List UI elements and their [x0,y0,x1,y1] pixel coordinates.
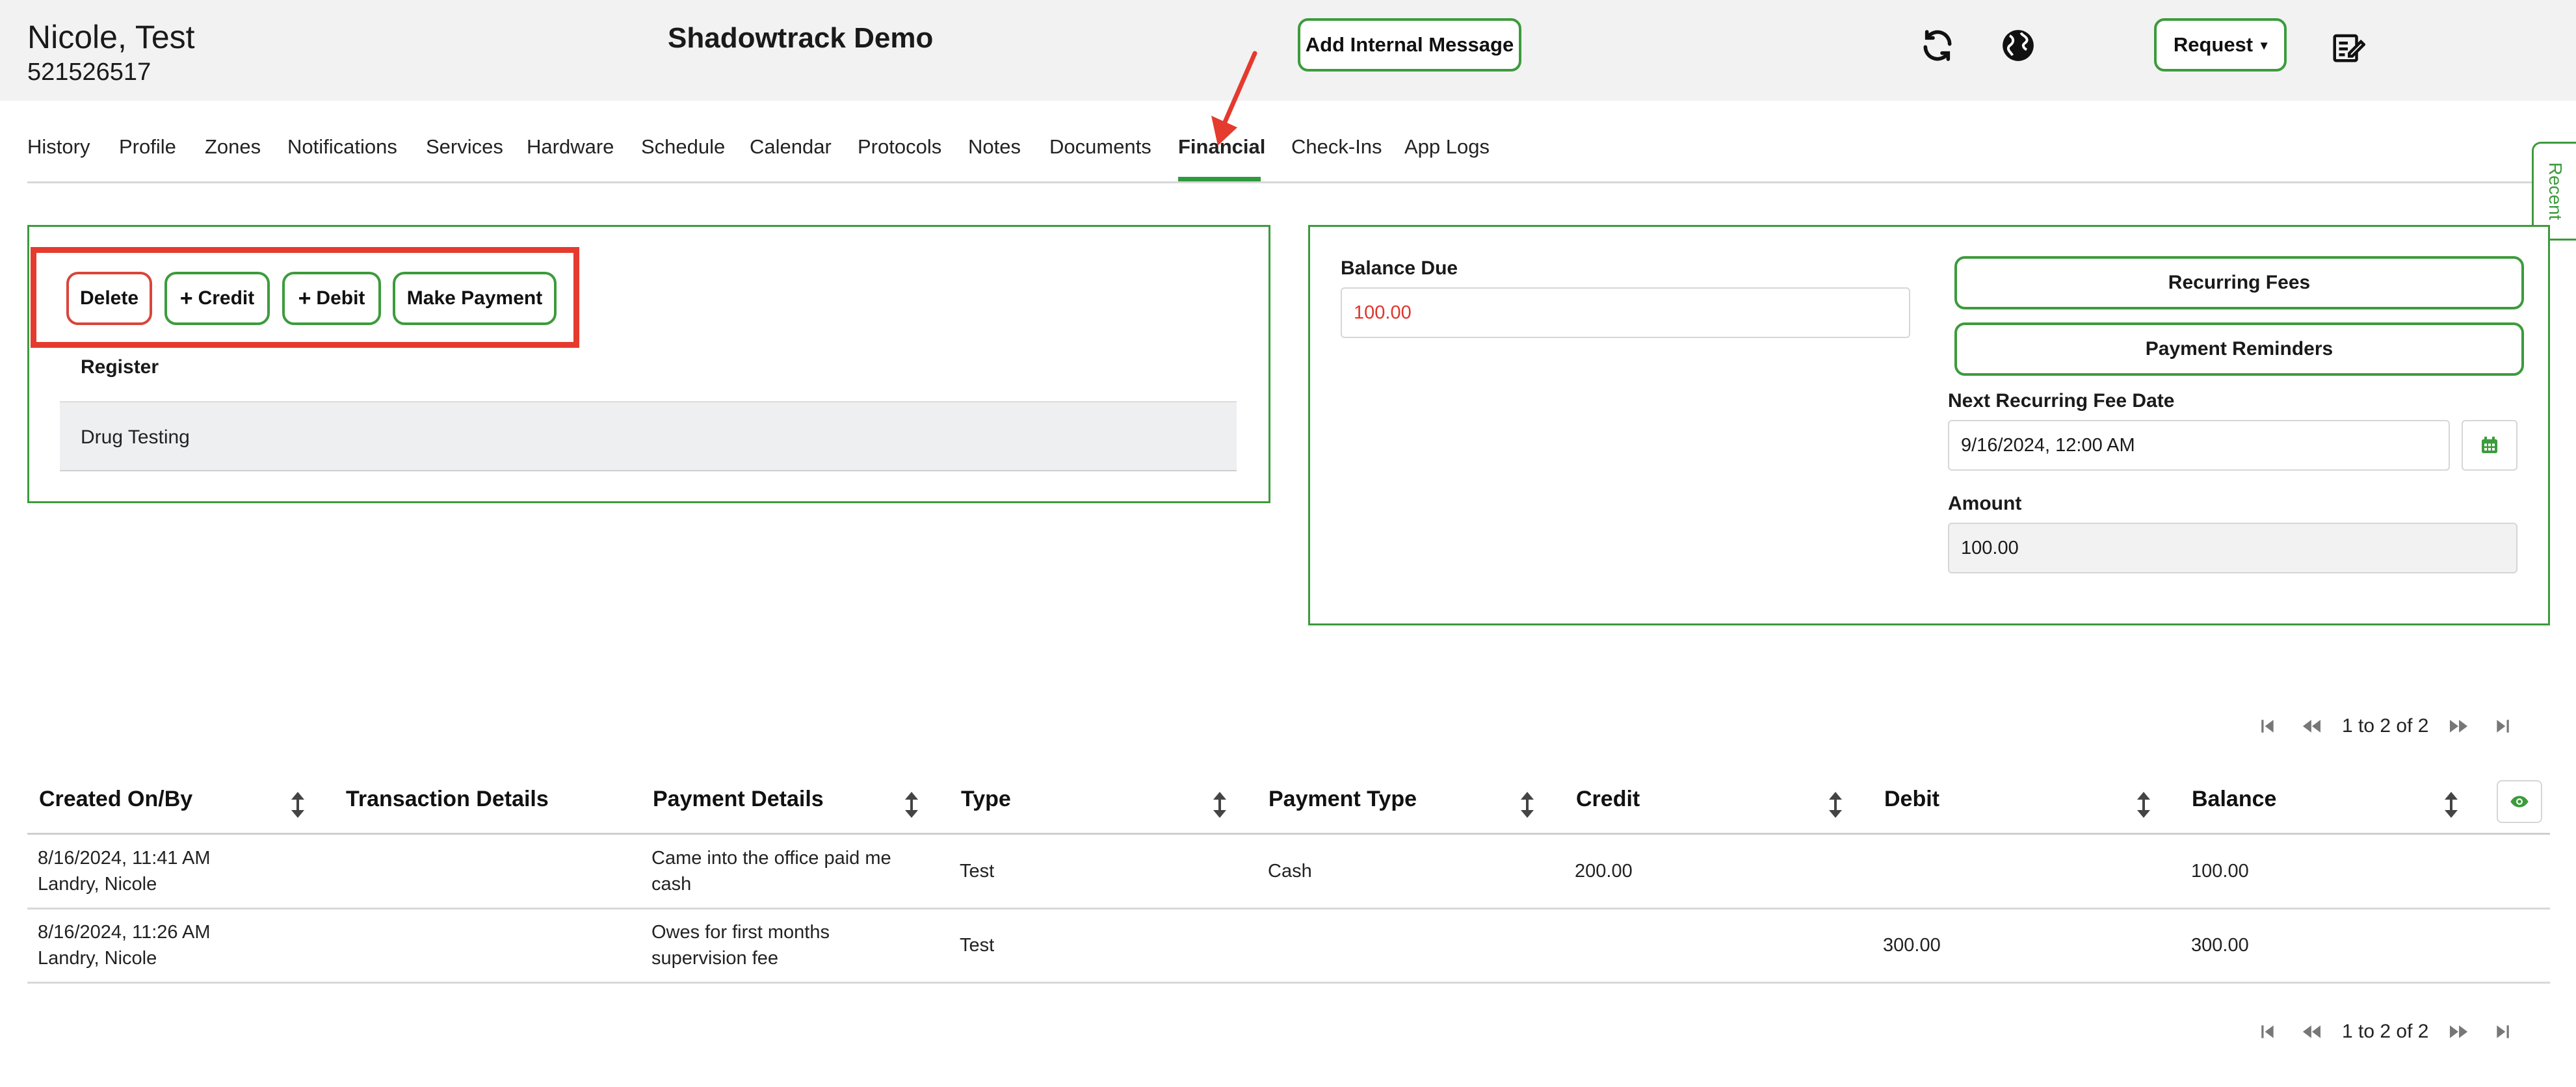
pager-bottom: 1 to 2 of 2 [2254,1015,2532,1048]
client-id: 521526517 [27,59,151,86]
refresh-icon[interactable] [1918,26,1957,65]
tab-bar: History Profile Zones Notifications Serv… [27,130,2550,183]
payment-reminders-button[interactable]: Payment Reminders [1954,322,2524,376]
cell-created-on: 8/16/2024, 11:26 AM [38,922,211,943]
pager-status: 1 to 2 of 2 [2342,715,2429,737]
cell-type: Test [960,935,995,956]
tab-app-logs[interactable]: App Logs [1404,135,1490,159]
calendar-button[interactable] [2462,420,2517,471]
tab-history[interactable]: History [27,135,90,159]
pager-status: 1 to 2 of 2 [2342,1021,2429,1042]
annotation-arrow [1211,51,1257,146]
tab-schedule[interactable]: Schedule [641,135,725,159]
register-header: Register [81,356,159,378]
pager-top: 1 to 2 of 2 [2254,710,2532,742]
sort-icon[interactable] [2445,792,2458,818]
next-fee-date-label: Next Recurring Fee Date [1948,390,2175,412]
cell-created-by: Landry, Nicole [38,874,157,895]
make-payment-button[interactable]: Make Payment [393,272,557,325]
tab-services[interactable]: Services [426,135,503,159]
plus-icon: + [298,285,311,311]
tab-calendar[interactable]: Calendar [750,135,832,159]
add-credit-button[interactable]: + Credit [164,272,270,325]
cell-debit: 300.00 [1883,935,1941,956]
cell-payment-details: Owes for first months [651,922,830,943]
tab-protocols[interactable]: Protocols [858,135,941,159]
tab-notes[interactable]: Notes [968,135,1021,159]
table-header: Created On/By Transaction Details Paymen… [27,772,2550,835]
col-type[interactable]: Type [961,787,1011,812]
column-visibility-button[interactable] [2497,780,2542,823]
delete-button[interactable]: Delete [66,272,152,325]
col-payment-details[interactable]: Payment Details [653,787,824,812]
table-row[interactable]: 8/16/2024, 11:26 AM Landry, Nicole Owes … [27,910,2550,984]
recent-label: Recent [2545,162,2566,220]
tab-notifications[interactable]: Notifications [287,135,397,159]
amount-label: Amount [1948,493,2022,514]
caret-down-icon: ▾ [2261,38,2268,53]
credit-label: Credit [198,287,255,309]
cell-balance: 300.00 [2191,935,2249,956]
last-page-icon[interactable] [2488,712,2517,740]
cell-created-by: Landry, Nicole [38,948,157,969]
add-debit-button[interactable]: + Debit [282,272,381,325]
next-page-icon[interactable] [2444,712,2473,740]
recurring-fees-button[interactable]: Recurring Fees [1954,256,2524,309]
sort-icon[interactable] [1521,792,1534,818]
globe-icon[interactable] [2000,27,2036,64]
prev-page-icon[interactable] [2298,712,2326,740]
cell-balance: 100.00 [2191,861,2249,882]
col-balance[interactable]: Balance [2192,787,2276,812]
sort-icon[interactable] [905,792,918,818]
org-name: Shadowtrack Demo [668,22,934,54]
add-internal-message-button[interactable]: Add Internal Message [1298,18,1521,72]
debit-label: Debit [316,287,365,309]
col-transaction-details: Transaction Details [346,787,549,811]
next-fee-date-field[interactable]: 9/16/2024, 12:00 AM [1948,420,2450,471]
tab-profile[interactable]: Profile [119,135,176,159]
tab-hardware[interactable]: Hardware [527,135,614,159]
cell-type: Test [960,861,995,882]
client-name: Nicole, Test [27,19,195,55]
cell-payment-type: Cash [1268,861,1312,882]
tab-documents[interactable]: Documents [1049,135,1151,159]
request-dropdown-button[interactable]: Request ▾ [2154,18,2287,72]
col-debit[interactable]: Debit [1884,787,1939,812]
sort-icon[interactable] [291,792,304,818]
edit-note-icon[interactable] [2329,29,2367,66]
cell-payment-details-cont: supervision fee [651,948,779,969]
first-page-icon[interactable] [2254,712,2282,740]
sort-icon[interactable] [2137,792,2150,818]
cell-credit: 200.00 [1575,861,1633,882]
col-credit[interactable]: Credit [1576,787,1640,812]
col-created-on-by[interactable]: Created On/By [39,787,192,812]
register-row[interactable]: Drug Testing [60,401,1237,471]
amount-field: 100.00 [1948,523,2517,573]
last-page-icon[interactable] [2488,1017,2517,1046]
first-page-icon[interactable] [2254,1017,2282,1046]
register-row-label: Drug Testing [81,426,190,448]
tab-check-ins[interactable]: Check-Ins [1291,135,1382,159]
tab-zones[interactable]: Zones [205,135,261,159]
cell-payment-details: Came into the office paid me [651,848,891,869]
calendar-icon [2482,436,2497,453]
cell-payment-details-cont: cash [651,874,692,895]
balance-due-label: Balance Due [1341,257,1458,279]
cell-created-on: 8/16/2024, 11:41 AM [38,848,211,869]
plus-icon: + [179,285,193,311]
request-label: Request [2173,33,2254,56]
table-row[interactable]: 8/16/2024, 11:41 AM Landry, Nicole Came … [27,836,2550,910]
sort-icon[interactable] [1213,792,1226,818]
sort-icon[interactable] [1829,792,1842,818]
page-header: Nicole, Test 521526517 Shadowtrack Demo … [0,0,2576,101]
col-payment-type[interactable]: Payment Type [1268,787,1417,812]
next-page-icon[interactable] [2444,1017,2473,1046]
prev-page-icon[interactable] [2298,1017,2326,1046]
eye-icon [2510,796,2529,807]
balance-due-field: 100.00 [1341,287,1910,338]
active-tab-indicator [1178,177,1261,181]
